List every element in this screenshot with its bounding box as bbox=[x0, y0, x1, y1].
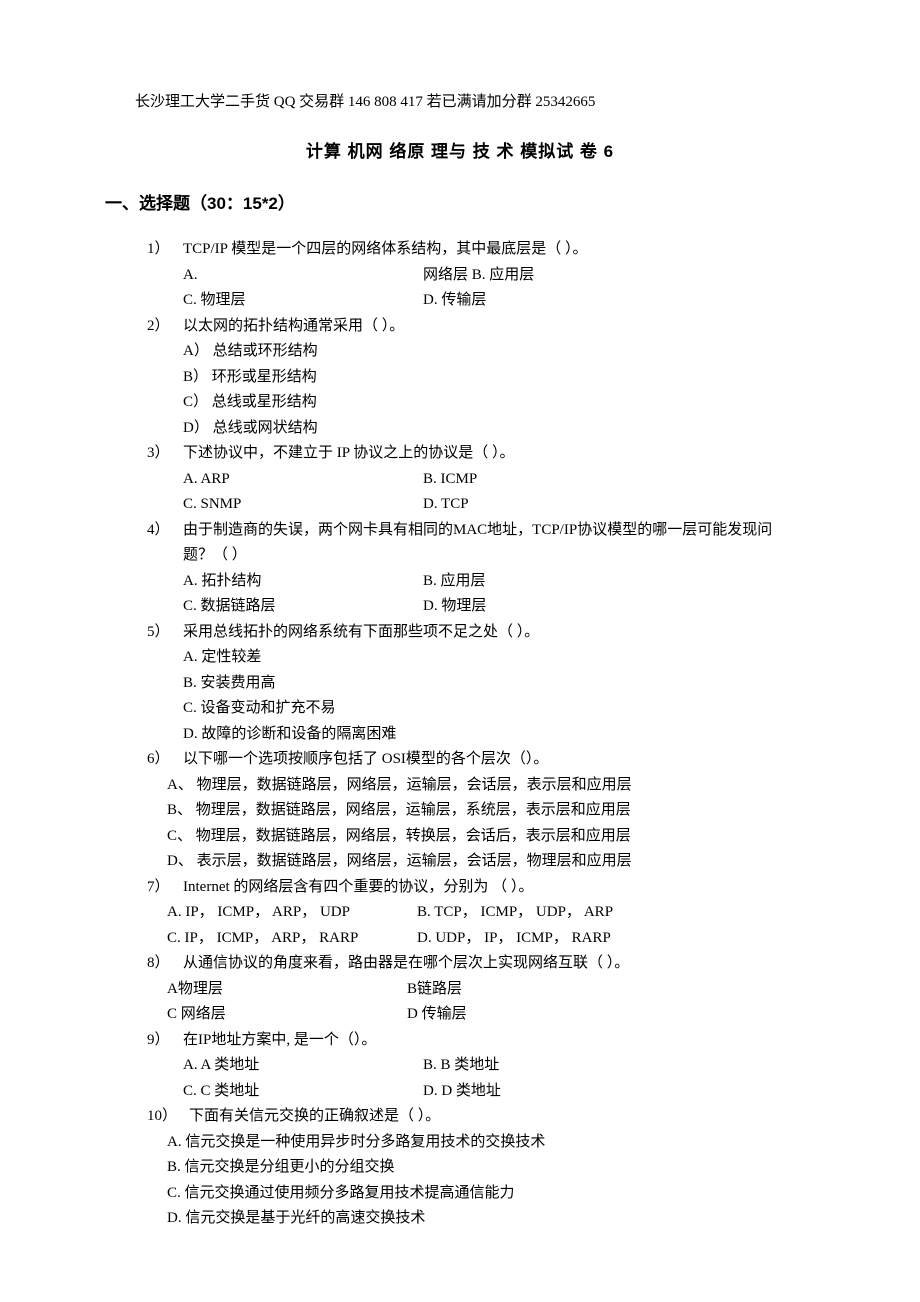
option: C. C 类地址 bbox=[183, 1079, 423, 1105]
questions-block: 1） TCP/IP 模型是一个四层的网络体系结构，其中最底层是（ ）。 A. 网… bbox=[135, 237, 785, 1232]
question: 9） 在IP地址方案中, 是一个（）。 A. A 类地址 B. B 类地址 C.… bbox=[147, 1028, 785, 1105]
question-text: 在IP地址方案中, 是一个（）。 bbox=[183, 1028, 785, 1054]
question: 4） 由于制造商的失误，两个网卡具有相同的MAC地址，TCP/IP协议模型的哪一… bbox=[147, 518, 785, 620]
question-text: 从通信协议的角度来看，路由器是在哪个层次上实现网络互联（ ）。 bbox=[183, 951, 785, 977]
option: C. IP， ICMP， ARP， RARP bbox=[167, 926, 417, 952]
option: D. 物理层 bbox=[423, 594, 785, 620]
option: D. UDP， IP， ICMP， RARP bbox=[417, 926, 785, 952]
question-text: 以下哪一个选项按顺序包括了 OSI模型的各个层次（）。 bbox=[183, 747, 785, 773]
option: C 网络层 bbox=[167, 1002, 407, 1028]
question-number: 1） bbox=[147, 237, 183, 263]
option: D. 传输层 bbox=[423, 288, 785, 314]
option: C. 信元交换通过使用频分多路复用技术提高通信能力 bbox=[167, 1181, 785, 1207]
question: 5） 采用总线拓扑的网络系统有下面那些项不足之处（ ）。 A. 定性较差 B. … bbox=[147, 620, 785, 748]
option: B. 信元交换是分组更小的分组交换 bbox=[167, 1155, 785, 1181]
option: A物理层 bbox=[167, 977, 407, 1003]
question-text: TCP/IP 模型是一个四层的网络体系结构，其中最底层是（ ）。 bbox=[183, 237, 785, 263]
option: A. bbox=[183, 263, 423, 289]
question-number: 7） bbox=[147, 875, 183, 901]
question: 6） 以下哪一个选项按顺序包括了 OSI模型的各个层次（）。 A、 物理层，数据… bbox=[147, 747, 785, 875]
option: B链路层 bbox=[407, 977, 785, 1003]
question-number: 9） bbox=[147, 1028, 183, 1054]
option: A） 总结或环形结构 bbox=[183, 339, 785, 365]
question-text: 以太网的拓扑结构通常采用（ ）。 bbox=[183, 314, 785, 340]
option: B. ICMP bbox=[423, 467, 785, 493]
option: A. IP， ICMP， ARP， UDP bbox=[167, 900, 417, 926]
question-text: 由于制造商的失误，两个网卡具有相同的MAC地址，TCP/IP协议模型的哪一层可能… bbox=[183, 518, 785, 569]
option: B. TCP， ICMP， UDP， ARP bbox=[417, 900, 785, 926]
question: 7） Internet 的网络层含有四个重要的协议，分别为 （ ）。 A. IP… bbox=[147, 875, 785, 952]
option: B. 应用层 bbox=[423, 569, 785, 595]
option: A. ARP bbox=[183, 467, 423, 493]
option: B. 安装费用高 bbox=[183, 671, 785, 697]
option: B. B 类地址 bbox=[423, 1053, 785, 1079]
question-number: 3） bbox=[147, 441, 183, 467]
question-text: 下述协议中，不建立于 IP 协议之上的协议是（ ）。 bbox=[183, 441, 785, 467]
option: C） 总线或星形结构 bbox=[183, 390, 785, 416]
option: A. 拓扑结构 bbox=[183, 569, 423, 595]
option: C. 数据链路层 bbox=[183, 594, 423, 620]
option: B、 物理层，数据链路层，网络层，运输层，系统层，表示层和应用层 bbox=[167, 798, 785, 824]
question-number: 4） bbox=[147, 518, 183, 569]
question-number: 2） bbox=[147, 314, 183, 340]
question-text: 采用总线拓扑的网络系统有下面那些项不足之处（ ）。 bbox=[183, 620, 785, 646]
question: 3） 下述协议中，不建立于 IP 协议之上的协议是（ ）。 A. ARP B. … bbox=[147, 441, 785, 518]
option: A. A 类地址 bbox=[183, 1053, 423, 1079]
option: C、 物理层，数据链路层，网络层，转换层，会话后，表示层和应用层 bbox=[167, 824, 785, 850]
option: D. 故障的诊断和设备的隔离困难 bbox=[183, 722, 785, 748]
option: A. 信元交换是一种使用异步时分多路复用技术的交换技术 bbox=[167, 1130, 785, 1156]
option: B） 环形或星形结构 bbox=[183, 365, 785, 391]
section-heading: 一、选择题（30：15*2） bbox=[105, 190, 785, 219]
option: C. 物理层 bbox=[183, 288, 423, 314]
question: 10） 下面有关信元交换的正确叙述是（ ）。 A. 信元交换是一种使用异步时分多… bbox=[147, 1104, 785, 1232]
exam-title: 计算 机网 络原 理与 技 术 模拟试 卷 6 bbox=[135, 138, 785, 167]
option: D. D 类地址 bbox=[423, 1079, 785, 1105]
option: A. 定性较差 bbox=[183, 645, 785, 671]
option: C. SNMP bbox=[183, 492, 423, 518]
option: 网络层 B. 应用层 bbox=[423, 263, 785, 289]
question-number: 10） bbox=[147, 1104, 189, 1130]
question-number: 5） bbox=[147, 620, 183, 646]
question-text: 下面有关信元交换的正确叙述是（ ）。 bbox=[189, 1104, 785, 1130]
question-number: 8） bbox=[147, 951, 183, 977]
question: 1） TCP/IP 模型是一个四层的网络体系结构，其中最底层是（ ）。 A. 网… bbox=[147, 237, 785, 314]
option: D. TCP bbox=[423, 492, 785, 518]
question: 2） 以太网的拓扑结构通常采用（ ）。 A） 总结或环形结构 B） 环形或星形结… bbox=[147, 314, 785, 442]
option: D 传输层 bbox=[407, 1002, 785, 1028]
question-text: Internet 的网络层含有四个重要的协议，分别为 （ ）。 bbox=[183, 875, 785, 901]
question-number: 6） bbox=[147, 747, 183, 773]
option: C. 设备变动和扩充不易 bbox=[183, 696, 785, 722]
question: 8） 从通信协议的角度来看，路由器是在哪个层次上实现网络互联（ ）。 A物理层 … bbox=[147, 951, 785, 1028]
option: D） 总线或网状结构 bbox=[183, 416, 785, 442]
exam-page: 长沙理工大学二手货 QQ 交易群 146 808 417 若已满请加分群 253… bbox=[0, 0, 920, 1302]
page-header: 长沙理工大学二手货 QQ 交易群 146 808 417 若已满请加分群 253… bbox=[135, 90, 785, 116]
option: A、 物理层，数据链路层，网络层，运输层，会话层，表示层和应用层 bbox=[167, 773, 785, 799]
option: D、 表示层，数据链路层，网络层，运输层，会话层，物理层和应用层 bbox=[167, 849, 785, 875]
option: D. 信元交换是基于光纤的高速交换技术 bbox=[167, 1206, 785, 1232]
